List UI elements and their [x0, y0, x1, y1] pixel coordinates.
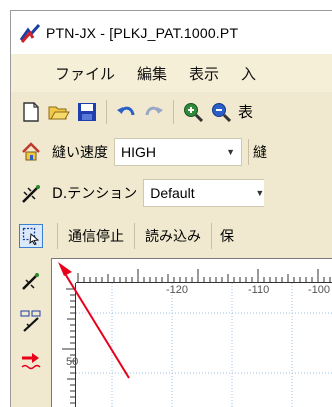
- truncated-label: 縫: [253, 144, 267, 161]
- tension-label: D.テンション: [52, 186, 138, 202]
- ruler-y-label: 50: [66, 356, 79, 368]
- ruler-x-label: -100: [308, 284, 331, 296]
- line-tool-icon[interactable]: [20, 270, 42, 292]
- stop-communication-button[interactable]: 通信停止: [68, 226, 124, 246]
- sewing-speed-label: 縫い速度: [52, 144, 108, 161]
- zoom-in-icon[interactable]: [182, 101, 204, 123]
- home-icon[interactable]: [20, 141, 42, 163]
- sewing-speed-select[interactable]: HIGH ▼: [114, 137, 242, 166]
- save-icon[interactable]: [76, 101, 98, 123]
- menu-file[interactable]: ファイル: [55, 63, 115, 84]
- standard-toolbar: 表: [11, 92, 332, 131]
- horizontal-ruler: [52, 259, 332, 283]
- select-rect-icon[interactable]: [19, 224, 43, 248]
- left-tool-strip: [11, 258, 47, 407]
- chevron-down-icon: ▼: [255, 188, 265, 198]
- toolbar-separator: [134, 223, 135, 249]
- canvas-grid: [76, 283, 332, 407]
- new-file-icon[interactable]: [20, 101, 42, 123]
- tension-value: Default: [150, 185, 195, 201]
- pattern-canvas[interactable]: -120 -110 -100 50: [51, 258, 332, 407]
- sewing-speed-value: HIGH: [121, 143, 156, 160]
- toolbar-separator: [211, 223, 212, 249]
- ruler-x-label: -120: [166, 284, 189, 296]
- app-window: PTN-JX - [PLKJ_PAT.1000.PT ファイル 編集 表示 入: [10, 10, 332, 407]
- undo-icon[interactable]: [115, 101, 137, 123]
- tension-select[interactable]: Default ▼: [143, 179, 265, 207]
- command-toolbar: 通信停止 読み込み 保: [11, 214, 332, 258]
- sewing-speed-row: 縫い速度 HIGH ▼ 縫: [11, 131, 332, 172]
- toolbar-truncated-label: 表: [238, 103, 254, 121]
- toolbar-separator: [106, 99, 107, 124]
- zoom-out-icon[interactable]: [210, 101, 232, 123]
- stitch-tool-icon[interactable]: [20, 182, 42, 204]
- load-button[interactable]: 読み込み: [145, 226, 201, 246]
- save-command-button[interactable]: 保: [220, 226, 234, 246]
- window-title: PTN-JX - [PLKJ_PAT.1000.PT: [46, 24, 239, 41]
- chevron-down-icon: ▼: [226, 146, 235, 157]
- open-folder-icon[interactable]: [48, 101, 70, 123]
- menu-view[interactable]: 表示: [189, 63, 219, 84]
- vertical-ruler: [52, 259, 76, 407]
- pattern-tool-icon[interactable]: [20, 310, 42, 332]
- tension-row: D.テンション Default ▼: [11, 172, 332, 214]
- redo-icon[interactable]: [143, 101, 165, 123]
- title-bar: PTN-JX - [PLKJ_PAT.1000.PT: [11, 11, 332, 54]
- toolbar-separator: [57, 223, 58, 249]
- arrow-tool-icon[interactable]: [20, 350, 42, 372]
- menu-input[interactable]: 入: [241, 63, 256, 84]
- app-logo-icon: [19, 22, 41, 44]
- menu-bar: ファイル 編集 表示 入: [11, 54, 332, 92]
- toolbar-separator: [248, 138, 249, 165]
- toolbar-separator: [173, 99, 174, 124]
- menu-edit[interactable]: 編集: [137, 63, 167, 84]
- ruler-x-label: -110: [248, 284, 270, 296]
